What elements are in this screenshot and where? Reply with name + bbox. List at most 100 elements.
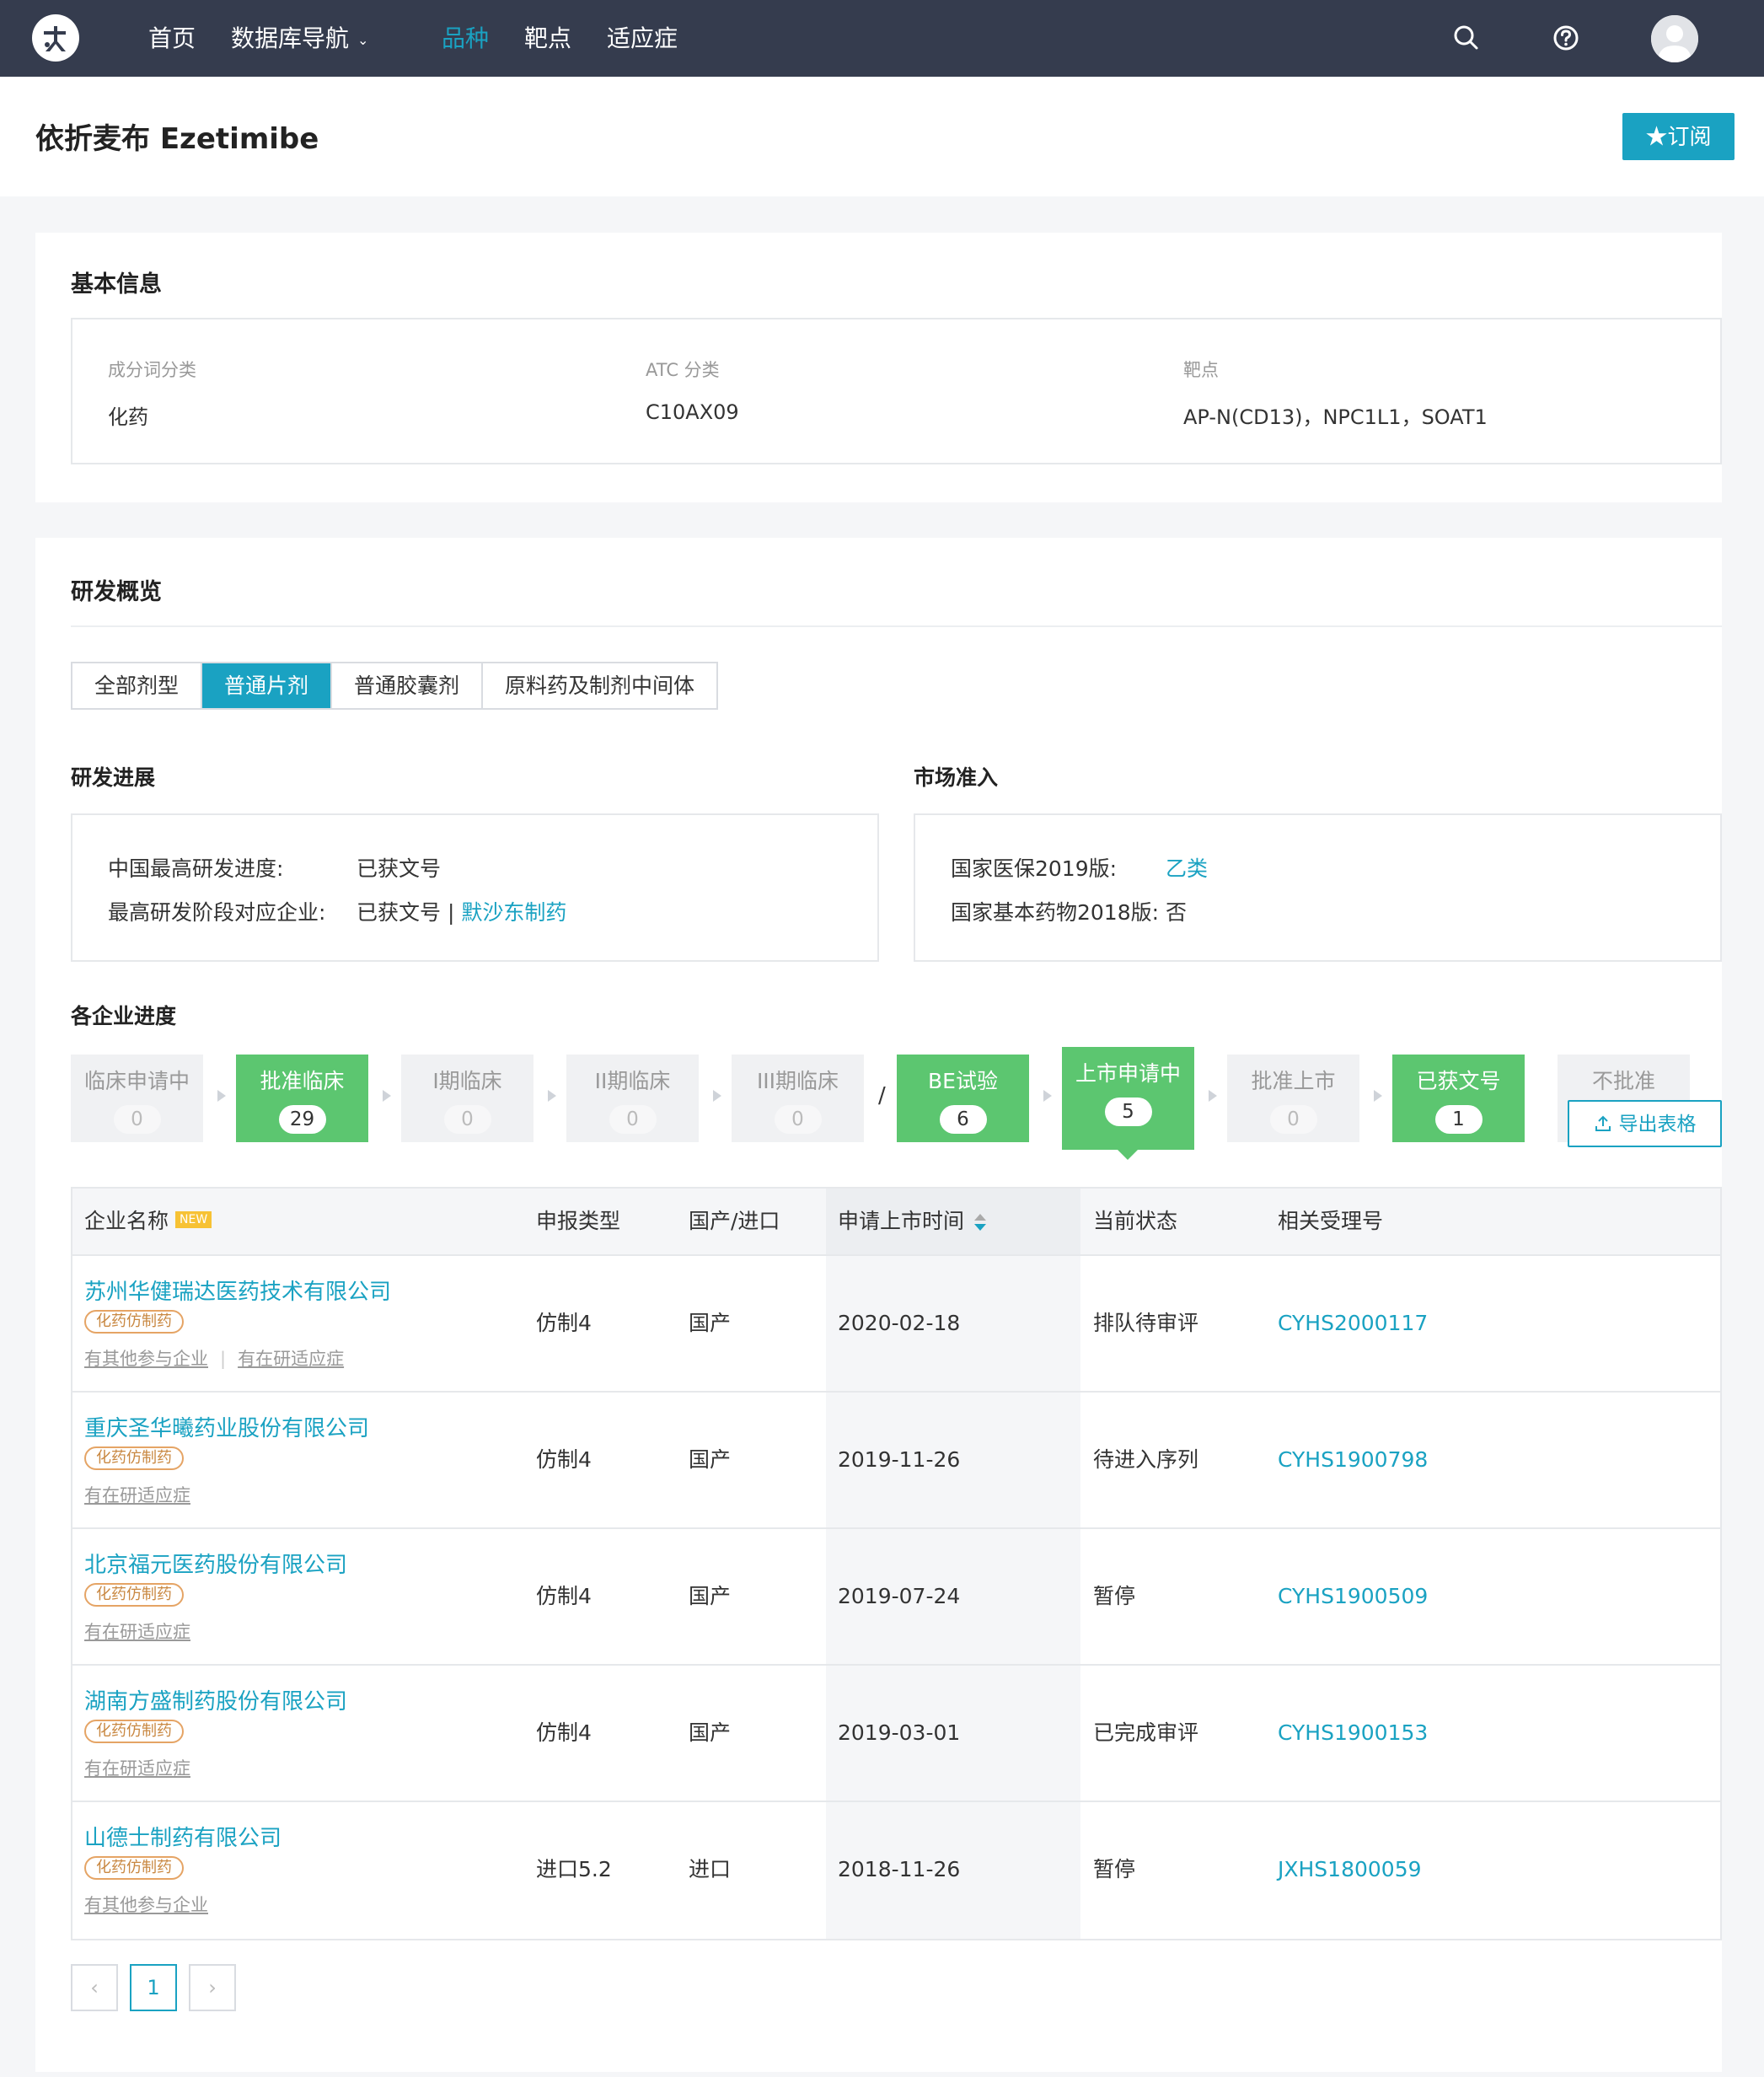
company-extra-links: 有其他参与企业 | 有在研适应症	[84, 1345, 344, 1371]
page-title: 依折麦布 Ezetimibe	[35, 122, 319, 156]
stage-market-application[interactable]: 上市申请中 5	[1062, 1047, 1194, 1160]
arrow-right-icon	[548, 1090, 556, 1102]
subscribe-button[interactable]: ★订阅	[1622, 113, 1735, 160]
cell-origin: 国产	[689, 1584, 732, 1608]
table-row: 苏州华健瑞达医药技术有限公司 化药仿制药 有其他参与企业 | 有在研适应症 仿制4 …	[72, 1256, 1720, 1393]
stage-phase-1[interactable]: I期临床 0	[401, 1055, 533, 1142]
info-field-atc: ATC 分类 C10AX09	[646, 357, 739, 424]
overview-title: 研发概览	[71, 579, 162, 605]
kv-key: 中国最高研发进度:	[108, 856, 284, 881]
drug-type-tag: 化药仿制药	[84, 1583, 184, 1607]
table-row: 北京福元医药股份有限公司 化药仿制药 有在研适应症 仿制4 国产 2019-07…	[72, 1529, 1720, 1666]
nav-home[interactable]: 首页	[148, 0, 196, 77]
company-name-link[interactable]: 苏州华健瑞达医药技术有限公司	[84, 1275, 391, 1306]
kv-key: 最高研发阶段对应企业:	[108, 900, 326, 925]
cell-type: 进口5.2	[536, 1857, 612, 1881]
nav-target[interactable]: 靶点	[524, 0, 571, 77]
market-box: 国家医保2019版: 乙类 国家基本药物2018版: 否	[914, 813, 1722, 962]
company-link[interactable]: 默沙东制药	[461, 900, 566, 925]
cell-number-link[interactable]: CYHS1900509	[1278, 1529, 1428, 1664]
next-page-button[interactable]: ›	[189, 1964, 236, 2011]
arrow-right-icon	[1374, 1090, 1382, 1102]
logo-icon[interactable]	[32, 14, 79, 62]
insurance-class-link[interactable]: 乙类	[1166, 856, 1208, 881]
nav-indication[interactable]: 适应症	[607, 0, 678, 77]
stage-count: 29	[278, 1105, 326, 1134]
progress-row-company: 最高研发阶段对应企业: 已获文号 | 默沙东制药	[108, 896, 566, 926]
stage-label: III期临床	[756, 1069, 839, 1093]
cell-date: 2020-02-18	[838, 1311, 961, 1335]
cell-number-link[interactable]: CYHS1900798	[1278, 1393, 1428, 1527]
tab-api-intermediate[interactable]: 原料药及制剂中间体	[483, 663, 717, 708]
cell-date: 2019-11-26	[838, 1447, 961, 1472]
cell-date: 2018-11-26	[838, 1857, 961, 1881]
stage-clinical-approved[interactable]: 批准临床 29	[236, 1055, 368, 1142]
avatar[interactable]	[1651, 15, 1698, 62]
indication-link[interactable]: 有在研适应症	[84, 1622, 190, 1642]
cell-number-link[interactable]: CYHS1900153	[1278, 1666, 1428, 1801]
nav-database-dropdown[interactable]: 数据库导航 ⌄	[231, 0, 368, 77]
stage-count: 6	[939, 1105, 987, 1134]
market-row-insurance: 国家医保2019版: 乙类	[951, 852, 1208, 883]
stage-label: 上市申请中	[1075, 1061, 1181, 1086]
col-date[interactable]: 申请上市时间	[838, 1189, 987, 1254]
stage-count: 0	[774, 1105, 822, 1134]
col-number: 相关受理号	[1278, 1209, 1384, 1233]
cell-number-link[interactable]: JXHS1800059	[1278, 1802, 1422, 1939]
other-companies-link[interactable]: 有其他参与企业	[84, 1895, 208, 1915]
stage-phase-2[interactable]: II期临床 0	[566, 1055, 699, 1142]
selected-pointer	[1118, 1150, 1138, 1160]
tab-all-dosage[interactable]: 全部剂型	[72, 663, 203, 708]
cell-date: 2019-07-24	[838, 1584, 961, 1608]
title-bar: 依折麦布 Ezetimibe ★订阅	[0, 77, 1764, 196]
indication-link[interactable]: 有在研适应症	[84, 1485, 190, 1505]
info-value: 化药	[108, 405, 148, 429]
basic-info-box: 成分词分类 化药 ATC 分类 C10AX09 靶点 AP-N(CD13)，NP…	[71, 318, 1722, 464]
cell-origin: 国产	[689, 1720, 732, 1745]
company-extra-links: 有在研适应症	[84, 1755, 190, 1780]
col-date-label: 申请上市时间	[838, 1209, 965, 1233]
other-companies-link[interactable]: 有其他参与企业	[84, 1349, 208, 1369]
search-icon[interactable]	[1450, 21, 1483, 55]
help-icon[interactable]	[1549, 21, 1583, 55]
info-label: 靶点	[1183, 360, 1219, 380]
arrow-right-icon	[217, 1090, 226, 1102]
nav-variety[interactable]: 品种	[442, 0, 489, 77]
prev-page-button[interactable]: ‹	[71, 1964, 118, 2011]
col-company: 企业名称 NEW	[84, 1189, 212, 1254]
market-title: 市场准入	[914, 765, 999, 790]
arrow-right-icon	[1043, 1090, 1052, 1102]
cell-status: 暂停	[1093, 1584, 1136, 1608]
col-origin: 国产/进口	[689, 1209, 780, 1233]
col-status: 当前状态	[1093, 1209, 1178, 1233]
stage-clinical-application[interactable]: 临床申请中 0	[71, 1055, 203, 1142]
export-table-button[interactable]: 导出表格	[1568, 1100, 1722, 1147]
new-badge: NEW	[175, 1211, 212, 1228]
kv-value: 否	[1166, 900, 1188, 925]
tab-capsule[interactable]: 普通胶囊剂	[332, 663, 484, 708]
stage-approval-number[interactable]: 已获文号 1	[1392, 1055, 1525, 1142]
tab-tablet[interactable]: 普通片剂	[202, 663, 333, 708]
company-name-link[interactable]: 重庆圣华曦药业股份有限公司	[84, 1411, 369, 1442]
indication-link[interactable]: 有在研适应症	[84, 1758, 190, 1779]
stage-phase-3[interactable]: III期临床 0	[732, 1055, 864, 1142]
progress-box: 中国最高研发进度: 已获文号 最高研发阶段对应企业: 已获文号 | 默沙东制药	[71, 813, 879, 962]
stage-label: 已获文号	[1416, 1069, 1501, 1093]
info-value: AP-N(CD13)，NPC1L1，SOAT1	[1183, 405, 1488, 429]
page-1-button[interactable]: 1	[130, 1964, 177, 2011]
drug-type-tag: 化药仿制药	[84, 1446, 184, 1470]
cell-number-link[interactable]: CYHS2000117	[1278, 1256, 1428, 1391]
progress-row-highest: 中国最高研发进度: 已获文号	[108, 852, 441, 883]
indication-link[interactable]: 有在研适应症	[238, 1349, 344, 1369]
company-name-link[interactable]: 湖南方盛制药股份有限公司	[84, 1684, 347, 1715]
stage-market-approved[interactable]: 批准上市 0	[1227, 1055, 1359, 1142]
stage-count: 0	[609, 1105, 657, 1134]
upload-icon	[1595, 1115, 1611, 1131]
stage-count: 0	[113, 1105, 161, 1134]
stage-be-trial[interactable]: BE试验 6	[897, 1055, 1029, 1142]
company-extra-links: 有其他参与企业	[84, 1892, 208, 1917]
sort-icon[interactable]	[974, 1214, 987, 1231]
company-name-link[interactable]: 北京福元医药股份有限公司	[84, 1548, 347, 1579]
drug-type-tag: 化药仿制药	[84, 1720, 184, 1743]
company-name-link[interactable]: 山德士制药有限公司	[84, 1821, 281, 1852]
